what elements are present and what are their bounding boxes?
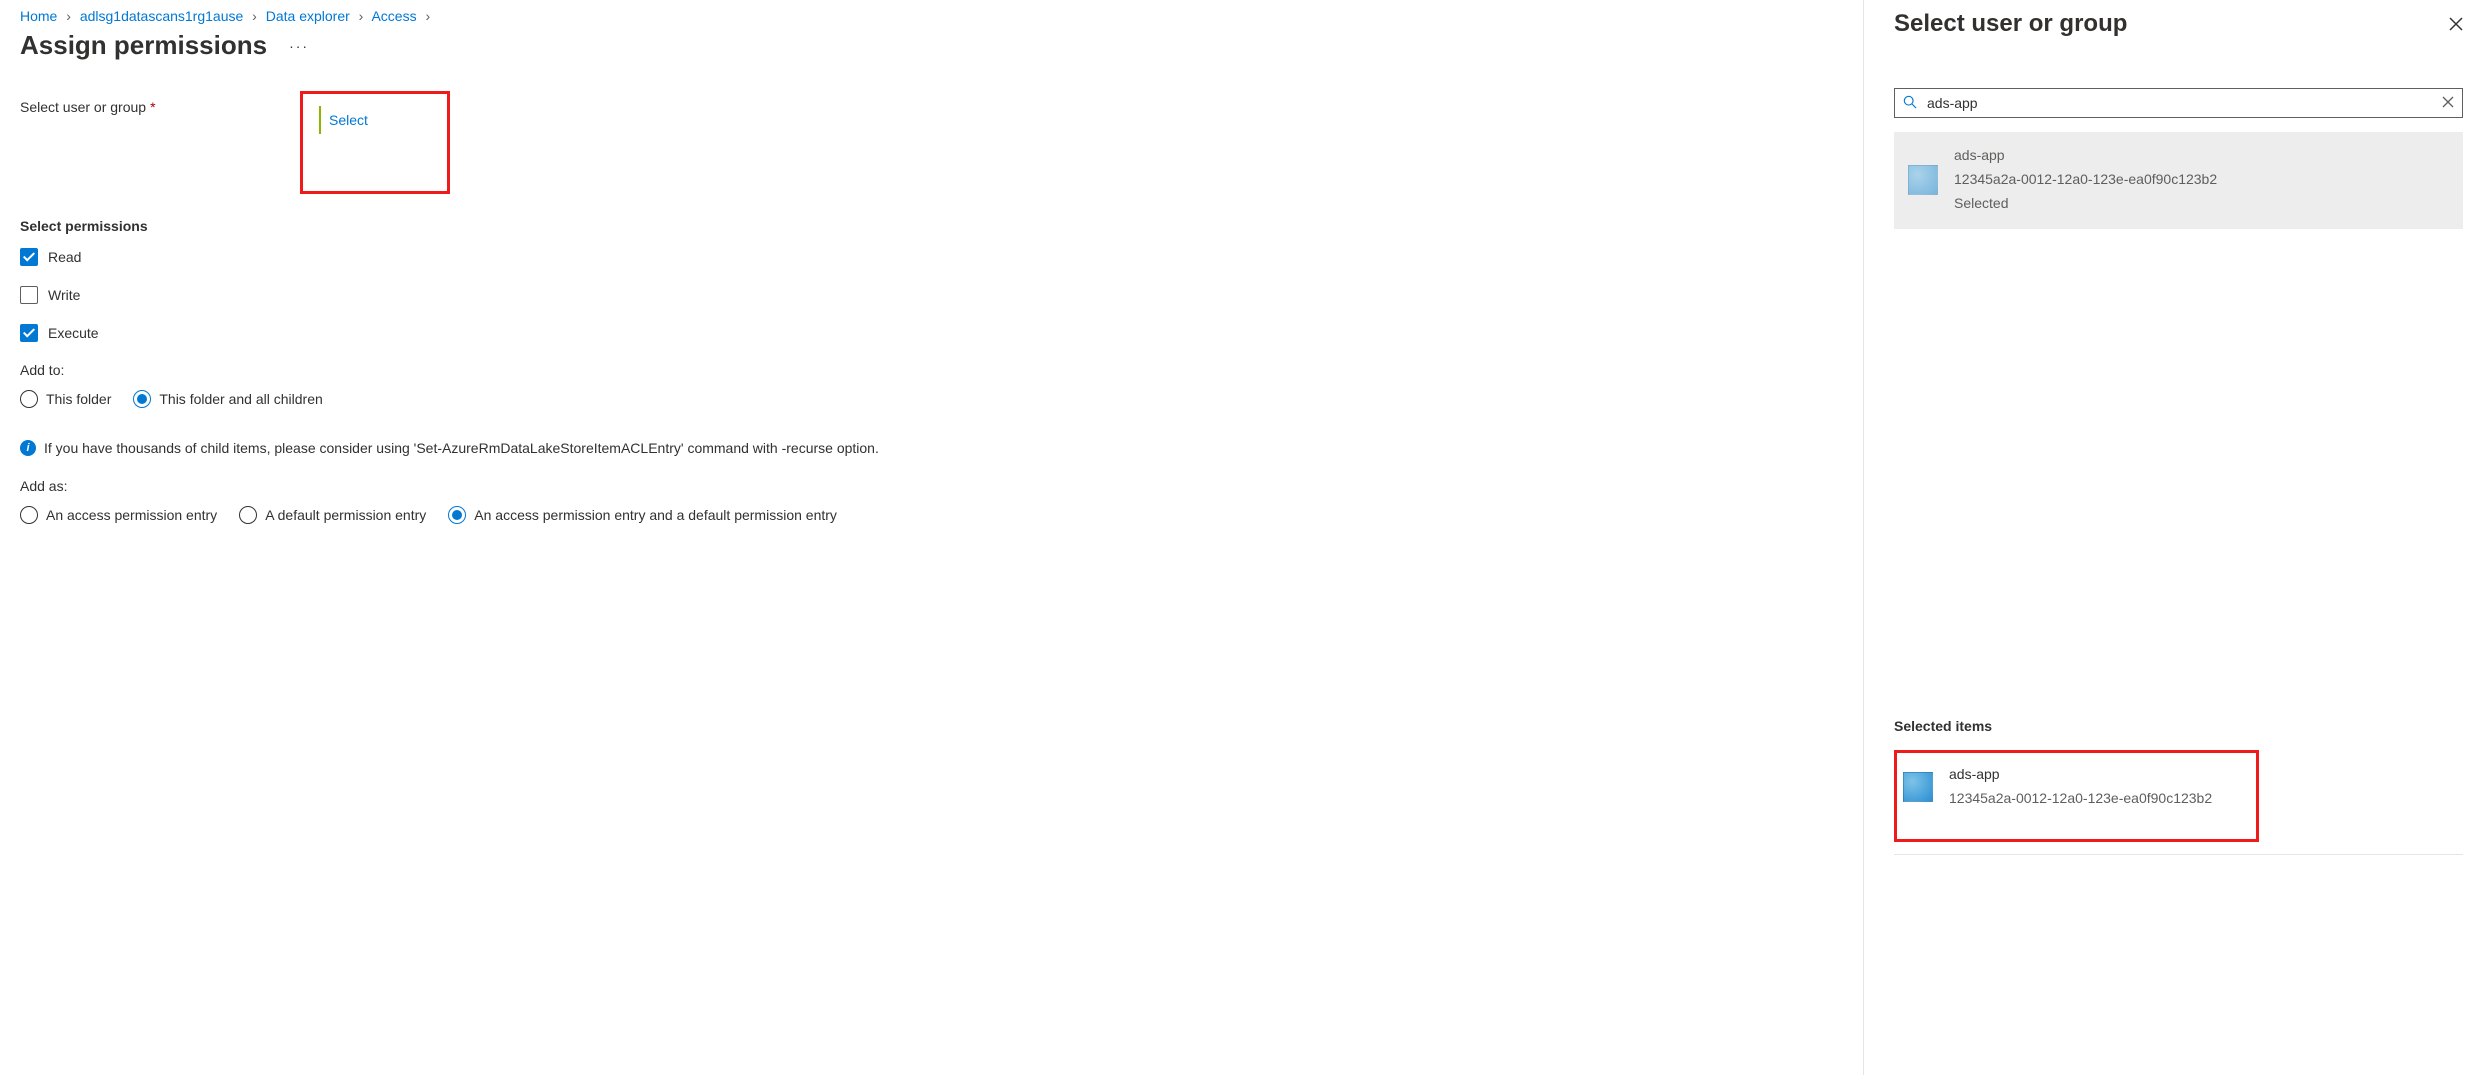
execute-checkbox[interactable] (20, 324, 38, 342)
breadcrumb: Home › adlsg1datascans1rg1ause › Data ex… (20, 8, 1843, 24)
read-label: Read (48, 249, 81, 265)
add-as-heading: Add as: (20, 478, 1843, 494)
select-user-label: Select user or group* (20, 91, 300, 115)
search-input[interactable] (1925, 94, 2442, 112)
page-title: Assign permissions (20, 30, 267, 61)
info-text: If you have thousands of child items, pl… (44, 440, 879, 456)
select-permissions-heading: Select permissions (20, 218, 1843, 234)
chevron-right-icon: › (66, 8, 71, 24)
panel-title: Select user or group (1894, 10, 2127, 38)
execute-label: Execute (48, 325, 99, 341)
radio-this-folder[interactable]: This folder (20, 390, 111, 408)
search-result-item[interactable]: ads-app 12345a2a-0012-12a0-123e-ea0f90c1… (1894, 132, 2463, 229)
app-icon (1903, 772, 1933, 802)
breadcrumb-home[interactable]: Home (20, 8, 57, 24)
chevron-right-icon: › (359, 8, 364, 24)
read-checkbox[interactable] (20, 248, 38, 266)
highlight-box-select: Select (300, 91, 450, 194)
breadcrumb-data-explorer[interactable]: Data explorer (266, 8, 350, 24)
radio-access-entry-label: An access permission entry (46, 507, 217, 523)
close-icon[interactable] (2449, 17, 2463, 31)
radio-this-folder-children-label: This folder and all children (159, 391, 322, 407)
write-checkbox[interactable] (20, 286, 38, 304)
chevron-right-icon: › (252, 8, 257, 24)
highlight-box-selected: ads-app 12345a2a-0012-12a0-123e-ea0f90c1… (1894, 750, 2259, 842)
more-actions-button[interactable]: ··· (289, 38, 309, 54)
selected-name: ads-app (1949, 763, 2212, 787)
info-icon: i (20, 440, 36, 456)
required-indicator: * (150, 99, 155, 115)
radio-this-folder-label: This folder (46, 391, 111, 407)
radio-access-and-default-entry[interactable]: An access permission entry and a default… (448, 506, 837, 524)
write-label: Write (48, 287, 80, 303)
radio-default-entry-label: A default permission entry (265, 507, 426, 523)
breadcrumb-resource[interactable]: adlsg1datascans1rg1ause (80, 8, 243, 24)
radio-this-folder-children[interactable]: This folder and all children (133, 390, 322, 408)
selected-items-heading: Selected items (1894, 678, 2463, 734)
clear-search-icon[interactable] (2442, 95, 2454, 111)
app-icon (1908, 165, 1938, 195)
breadcrumb-access[interactable]: Access (371, 8, 416, 24)
chevron-right-icon: › (425, 8, 430, 24)
selected-id: 12345a2a-0012-12a0-123e-ea0f90c123b2 (1949, 787, 2212, 811)
select-user-link[interactable]: Select (329, 112, 368, 128)
radio-default-entry[interactable]: A default permission entry (239, 506, 426, 524)
add-to-heading: Add to: (20, 362, 1843, 378)
radio-access-and-default-entry-label: An access permission entry and a default… (474, 507, 837, 523)
result-name: ads-app (1954, 144, 2217, 168)
selected-item: ads-app 12345a2a-0012-12a0-123e-ea0f90c1… (1897, 763, 2256, 811)
result-status: Selected (1954, 192, 2217, 216)
radio-access-entry[interactable]: An access permission entry (20, 506, 217, 524)
result-id: 12345a2a-0012-12a0-123e-ea0f90c123b2 (1954, 168, 2217, 192)
search-input-wrapper[interactable] (1894, 88, 2463, 118)
search-icon (1903, 95, 1917, 112)
